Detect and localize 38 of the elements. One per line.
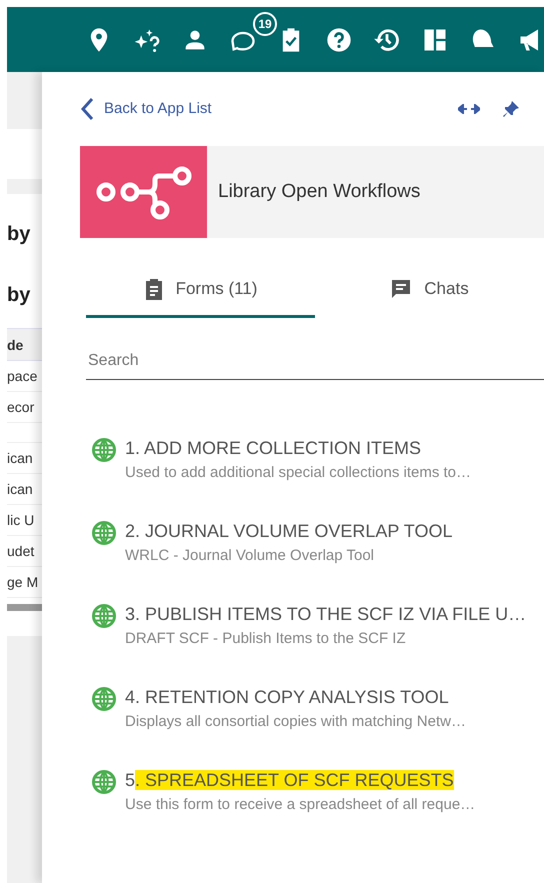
clipboard-icon bbox=[144, 278, 164, 300]
page-background bbox=[7, 178, 42, 194]
form-title[interactable]: 2. JOURNAL VOLUME OVERLAP TOOL bbox=[125, 519, 452, 543]
tab[interactable]: Forms (11) bbox=[86, 263, 315, 318]
scrollbar[interactable] bbox=[7, 604, 42, 612]
column-header: de bbox=[7, 328, 42, 362]
notification-count: 19 bbox=[253, 12, 277, 36]
table-cell: udet bbox=[7, 536, 42, 567]
help-icon[interactable] bbox=[325, 26, 353, 54]
table-cell: ican bbox=[7, 442, 42, 474]
tab[interactable]: Chats bbox=[315, 263, 544, 318]
form-description: Displays all consortial copies with matching Netw… bbox=[125, 712, 466, 732]
table-cell: lic U bbox=[7, 504, 42, 536]
form-description: WRLC - Journal Volume Overlap Tool bbox=[125, 546, 375, 566]
back-chevron-icon bbox=[80, 97, 94, 121]
expand-arrows-icon[interactable] bbox=[458, 104, 480, 114]
section-heading: by bbox=[7, 282, 32, 308]
form-title[interactable]: 3. PUBLISH ITEMS TO THE SCF IZ VIA FILE U… bbox=[125, 602, 526, 626]
table-cell: ge M bbox=[7, 566, 42, 598]
app-title: Library Open Workflows bbox=[218, 180, 420, 204]
back-link[interactable]: Back to App List bbox=[80, 97, 212, 121]
search-field[interactable]: Search bbox=[86, 342, 544, 380]
table-cell: ecor bbox=[7, 392, 42, 424]
form-description: Use this form to receive a spreadsheet of all reque… bbox=[125, 795, 476, 815]
form-description: Used to add additional special collections items to… bbox=[125, 463, 472, 483]
globe-icon bbox=[91, 437, 117, 463]
form-description: DRAFT SCF - Publish Items to the SCF IZ bbox=[125, 629, 407, 649]
form-title[interactable]: 4. RETENTION COPY ANALYSIS TOOL bbox=[125, 685, 466, 709]
table-cell: pace bbox=[7, 361, 42, 392]
globe-icon bbox=[91, 686, 117, 712]
form-title[interactable]: 1. ADD MORE COLLECTION ITEMS bbox=[125, 436, 472, 460]
table-cell: ican bbox=[7, 474, 42, 505]
globe-icon bbox=[91, 603, 117, 629]
chat-icon bbox=[390, 278, 412, 300]
pin-icon[interactable] bbox=[502, 100, 520, 118]
globe-icon bbox=[91, 520, 117, 546]
globe-icon bbox=[91, 769, 117, 795]
section-heading: by bbox=[7, 222, 32, 247]
